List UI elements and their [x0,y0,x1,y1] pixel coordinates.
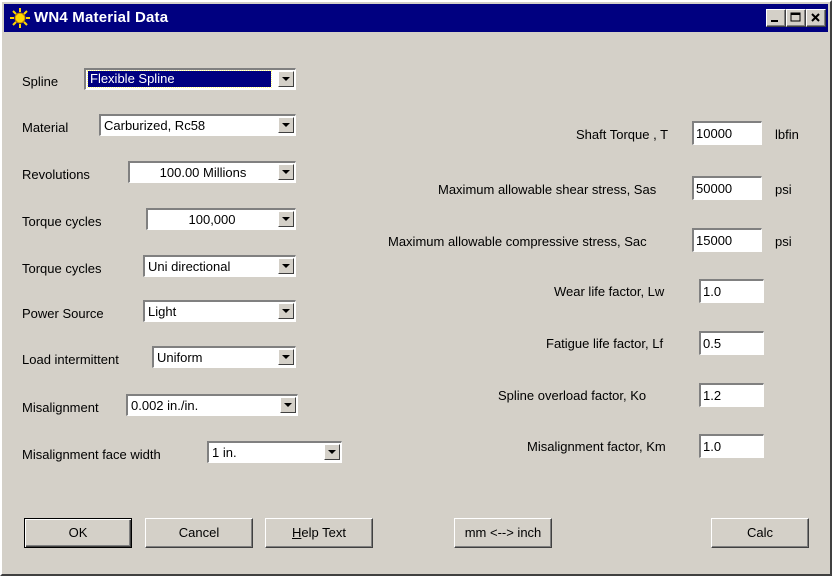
torque-direction-select[interactable]: Uni directional [143,255,296,277]
material-select[interactable]: Carburized, Rc58 [99,114,296,136]
fatigue-life-field[interactable] [699,331,764,355]
overload-input[interactable] [703,386,761,404]
max-compressive-input[interactable] [696,231,759,249]
calc-button[interactable]: Calc [711,518,809,548]
torque-cycles-dropdown-button[interactable] [278,211,294,227]
chevron-down-icon [284,403,292,407]
chevron-down-icon [282,77,290,81]
misalignment-label: Misalignment [22,400,99,415]
wear-life-field[interactable] [699,279,764,303]
misalignment-face-width-label: Misalignment face width [22,447,161,462]
misalignment-factor-field[interactable] [699,434,764,458]
spline-dropdown-button[interactable] [278,71,294,87]
spline-value: Flexible Spline [87,70,272,88]
torque-cycles-value: 100,000 [188,212,236,227]
revolutions-dropdown-button[interactable] [278,164,294,180]
misalignment-value: 0.002 in./in. [131,398,199,413]
material-value: Carburized, Rc58 [104,118,206,133]
close-button[interactable] [806,9,826,27]
max-compressive-field[interactable] [692,228,762,252]
revolutions-value: 100.00 Millions [159,165,247,180]
minimize-icon [771,20,778,22]
minimize-button[interactable] [766,9,786,27]
torque-direction-dropdown-button[interactable] [278,258,294,274]
window-title: WN4 Material Data [34,9,169,26]
max-compressive-unit: psi [775,234,792,249]
mm-inch-toggle-button[interactable]: mm <--> inch [454,518,552,548]
power-source-dropdown-button[interactable] [278,303,294,319]
dialog-window: WN4 Material Data Spline Flexible Spline… [0,0,832,576]
max-shear-field[interactable] [692,176,762,200]
spline-label: Spline [22,74,59,89]
power-source-value: Light [148,304,177,319]
misalignment-factor-input[interactable] [703,437,761,455]
load-intermittent-select[interactable]: Uniform [152,346,296,368]
help-text-button[interactable]: Help Text [265,518,373,548]
sun-icon [10,8,30,28]
ok-button[interactable]: OK [24,518,132,548]
close-icon [811,13,820,22]
chevron-down-icon [328,450,336,454]
spline-select[interactable]: Flexible Spline [84,68,296,90]
maximize-icon [790,12,801,22]
cancel-button[interactable]: Cancel [145,518,253,548]
chevron-down-icon [282,170,290,174]
material-dropdown-button[interactable] [278,117,294,133]
overload-field[interactable] [699,383,764,407]
max-compressive-label: Maximum allowable compressive stress, Sa… [388,234,647,249]
fatigue-life-label: Fatigue life factor, Lf [546,336,664,351]
chevron-down-icon [282,264,290,268]
torque-cycles-label: Torque cycles [22,214,102,229]
misalignment-select[interactable]: 0.002 in./in. [126,394,298,416]
load-intermittent-label: Load intermittent [22,352,119,367]
shaft-torque-label: Shaft Torque , T [576,127,669,142]
chevron-down-icon [282,355,290,359]
shaft-torque-field[interactable] [692,121,762,145]
misalignment-face-width-value: 1 in. [212,445,237,460]
revolutions-label: Revolutions [22,167,90,182]
misalignment-factor-label: Misalignment factor, Km [527,439,666,454]
shaft-torque-unit: lbfin [775,127,799,142]
power-source-select[interactable]: Light [143,300,296,322]
overload-label: Spline overload factor, Ko [498,388,647,403]
fatigue-life-input[interactable] [703,334,761,352]
chevron-down-icon [282,309,290,313]
help-text-label: elp Text [301,525,346,540]
load-intermittent-value: Uniform [157,350,203,365]
torque-direction-label: Torque cycles [22,261,102,276]
max-shear-unit: psi [775,182,792,197]
wear-life-input[interactable] [703,282,761,300]
torque-direction-value: Uni directional [148,259,231,274]
misalignment-dropdown-button[interactable] [280,397,296,413]
max-shear-label: Maximum allowable shear stress, Sas [438,182,657,197]
misalignment-face-width-dropdown-button[interactable] [324,444,340,460]
chevron-down-icon [282,123,290,127]
revolutions-select[interactable]: 100.00 Millions [128,161,296,183]
torque-cycles-select[interactable]: 100,000 [146,208,296,230]
wear-life-label: Wear life factor, Lw [554,284,665,299]
chevron-down-icon [282,217,290,221]
shaft-torque-input[interactable] [696,124,759,142]
material-label: Material [22,120,69,135]
load-intermittent-dropdown-button[interactable] [278,349,294,365]
maximize-button[interactable] [786,9,806,27]
max-shear-input[interactable] [696,179,759,197]
help-text-mnemonic: H [292,525,302,540]
misalignment-face-width-select[interactable]: 1 in. [207,441,342,463]
title-bar[interactable]: WN4 Material Data [4,4,828,32]
power-source-label: Power Source [22,306,104,321]
